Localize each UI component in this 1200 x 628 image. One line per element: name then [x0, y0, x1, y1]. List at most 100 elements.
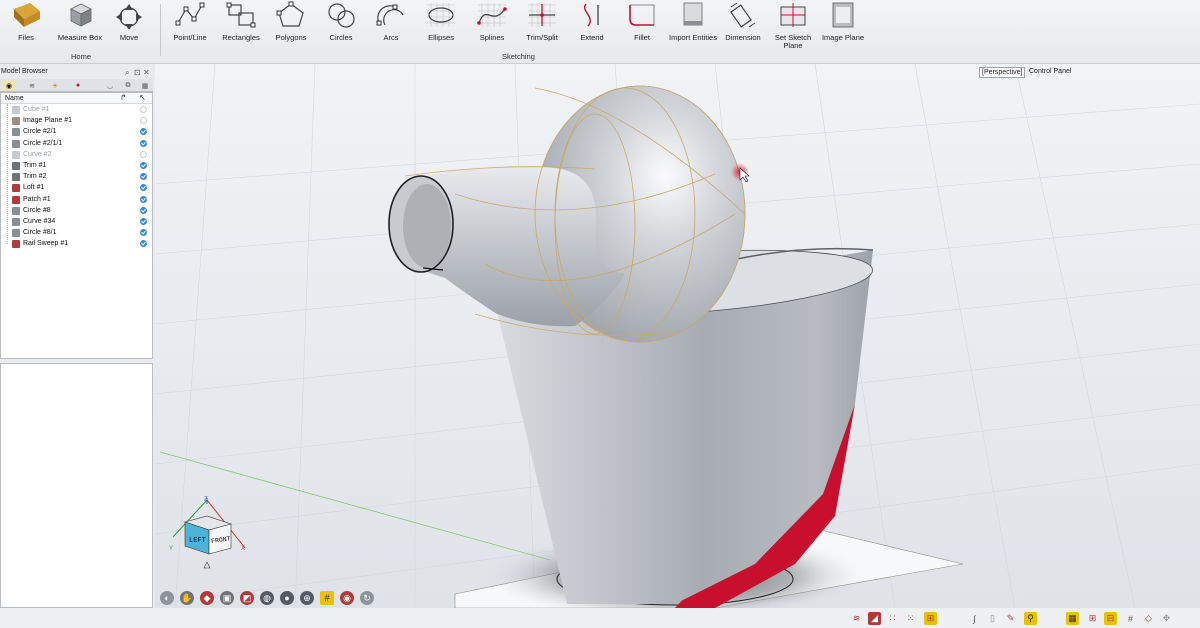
hash-icon[interactable]: #: [1124, 612, 1137, 625]
tree-item[interactable]: Patch #1: [1, 194, 152, 205]
visibility-check-icon[interactable]: [140, 173, 147, 181]
tree-item-label: Trim #2: [23, 173, 47, 181]
pin-icon[interactable]: ⊡: [134, 67, 141, 79]
dots-icon[interactable]: ∷: [886, 612, 899, 625]
tree-item[interactable]: Trim #2: [1, 171, 152, 182]
visibility-check-icon[interactable]: [140, 150, 147, 158]
tree-item[interactable]: Circle #8: [1, 205, 152, 216]
lattice-icon[interactable]: ▦: [1066, 612, 1079, 625]
snap-icon[interactable]: ⊞: [924, 612, 937, 625]
point-line-icon: [173, 0, 207, 30]
move-small-icon[interactable]: ✥: [1160, 612, 1173, 625]
name-column-header: Name: [5, 95, 24, 102]
materials-tab-icon[interactable]: ●: [71, 80, 85, 91]
tree-item[interactable]: Image Plane #1: [1, 115, 152, 126]
tool-icon[interactable]: ✎: [1004, 612, 1017, 625]
import-entities-button[interactable]: Import Entities: [665, 0, 721, 50]
visibility-check-icon[interactable]: [140, 106, 147, 113]
splines-button[interactable]: Splines: [464, 0, 520, 50]
visibility-check-icon[interactable]: [140, 161, 147, 169]
objects-tab-icon[interactable]: ◉: [2, 80, 16, 91]
object-type-icon: [12, 117, 20, 126]
spin-icon[interactable]: ↻: [360, 591, 374, 605]
collapse-icon[interactable]: ◡: [103, 80, 117, 91]
section-icon[interactable]: ◩: [240, 591, 254, 605]
control-panel-label[interactable]: Control Panel: [1029, 68, 1071, 75]
search-icon[interactable]: ⌕: [125, 67, 129, 79]
fit-view-icon[interactable]: ⊕: [300, 591, 314, 605]
cylinder-icon[interactable]: ▯: [986, 612, 999, 625]
visibility-check-icon[interactable]: [140, 217, 147, 225]
cursor-icon[interactable]: ↖: [139, 93, 146, 103]
tool-label: Files: [18, 33, 34, 42]
visibility-check-icon[interactable]: [140, 195, 147, 203]
3d-viewport[interactable]: LEFT FRONT Z X Y [Perspective] Control P…: [155, 64, 1200, 608]
object-type-icon: [12, 161, 20, 170]
tree-item[interactable]: Curve #2: [1, 149, 152, 160]
tree-item[interactable]: Circle #2/1: [1, 126, 152, 137]
material-icon[interactable]: ◉: [340, 591, 354, 605]
object-type-icon: [12, 150, 20, 159]
model-browser-tabs: ◉ ≋ ☀ ● ◡ ⧉ ▦: [0, 79, 153, 92]
tree-item[interactable]: Loft #1: [1, 182, 152, 193]
lights-tab-icon[interactable]: ☀: [48, 80, 62, 91]
render-icon[interactable]: ◆: [200, 591, 214, 605]
rectangles-button[interactable]: Rectangles: [213, 0, 269, 50]
camera-icon[interactable]: ▣: [220, 591, 234, 605]
scene-canvas[interactable]: LEFT FRONT Z X Y: [155, 64, 1200, 608]
image-plane-button[interactable]: Image Plane: [815, 0, 871, 50]
sort-icon[interactable]: ↱: [120, 93, 127, 103]
circles-button[interactable]: Circles: [313, 0, 369, 50]
close-icon[interactable]: ✕: [143, 67, 150, 79]
frame-icon[interactable]: ◇: [1142, 612, 1155, 625]
image-plane-icon: [826, 0, 860, 30]
ellipses-button[interactable]: Ellipses: [413, 0, 469, 50]
wave-icon[interactable]: ≋: [850, 612, 863, 625]
trim-split-icon: [525, 0, 559, 30]
visibility-check-icon[interactable]: [140, 128, 147, 136]
object-type-icon: [12, 206, 20, 215]
tree-item[interactable]: Cube #1: [1, 104, 152, 115]
pan-icon[interactable]: ✋: [180, 591, 194, 605]
files-button[interactable]: Files: [0, 0, 54, 50]
tool-label: Arcs: [383, 33, 399, 42]
dimension-button[interactable]: Dimension: [715, 0, 771, 50]
visibility-check-icon[interactable]: [140, 240, 147, 248]
tool-label: Rectangles: [222, 33, 260, 42]
layers-tab-icon[interactable]: ≋: [25, 80, 39, 91]
filter-icon[interactable]: ⧉: [121, 80, 135, 91]
curve-icon[interactable]: ∫: [968, 612, 981, 625]
polygons-button[interactable]: Polygons: [263, 0, 319, 50]
grid-view-icon[interactable]: ▦: [138, 80, 152, 91]
model-tree: Name ↱ ↖ Cube #1 Image Plane #1 Circle #2/…: [0, 92, 153, 359]
set-sketch-plane-button[interactable]: Set Sketch Plane: [765, 0, 821, 50]
grid-toggle-icon[interactable]: #: [320, 591, 334, 605]
arcs-button[interactable]: Arcs: [363, 0, 419, 50]
sphere-icon[interactable]: ●: [280, 591, 294, 605]
visibility-check-icon[interactable]: [140, 117, 147, 125]
points-icon[interactable]: ⁙: [904, 612, 917, 625]
tree-item[interactable]: Circle #2/1/1: [1, 138, 152, 149]
visibility-check-icon[interactable]: [140, 184, 147, 192]
view-mode-button[interactable]: [Perspective]: [979, 67, 1026, 78]
point-line-button[interactable]: Point/Line: [162, 0, 218, 50]
tree-item[interactable]: Circle #8/1: [1, 227, 152, 238]
mirror-icon[interactable]: ⚲: [1024, 612, 1037, 625]
select-icon[interactable]: ◢: [868, 612, 881, 625]
tree-item[interactable]: Rail Sweep #1: [1, 238, 152, 249]
extend-button[interactable]: Extend: [564, 0, 620, 50]
tool-label: Fillet: [634, 33, 650, 42]
visibility-check-icon[interactable]: [140, 229, 147, 237]
measure-box-button[interactable]: Measure Box: [52, 0, 108, 50]
mesh-icon[interactable]: ⊞: [1086, 612, 1099, 625]
globe-icon[interactable]: ◍: [260, 591, 274, 605]
tree-item[interactable]: Curve #34: [1, 216, 152, 227]
tree-item[interactable]: Trim #1: [1, 160, 152, 171]
move-button[interactable]: Move: [101, 0, 157, 50]
orbit-icon[interactable]: ◐: [160, 591, 174, 605]
grid-snap-icon[interactable]: ⊟: [1104, 612, 1117, 625]
trim-split-button[interactable]: Trim/Split: [514, 0, 570, 50]
fillet-button[interactable]: Fillet: [614, 0, 670, 50]
visibility-check-icon[interactable]: [140, 206, 147, 214]
visibility-check-icon[interactable]: [140, 139, 147, 147]
